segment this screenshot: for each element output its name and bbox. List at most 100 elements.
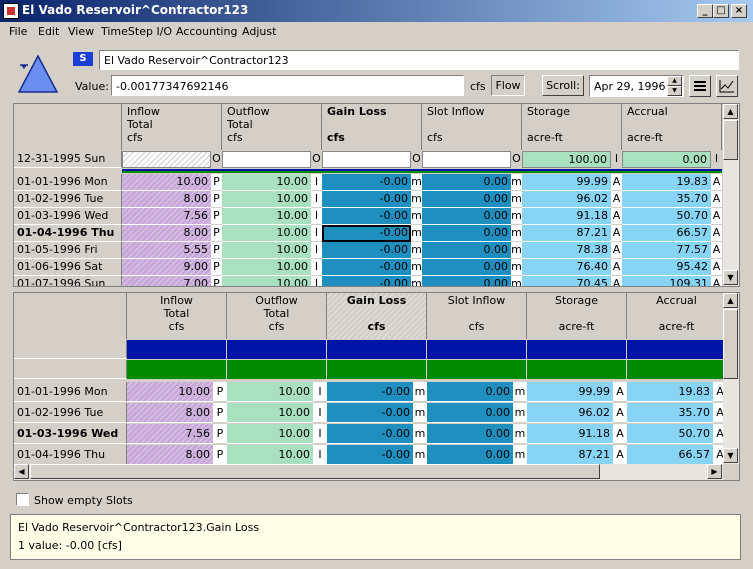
cell-storage[interactable]: 99.99 [527, 382, 613, 402]
cell-outflow[interactable]: 10.00 [227, 403, 313, 423]
show-empty-slots-checkbox[interactable] [16, 493, 29, 506]
cell-accrual[interactable]: 50.70 [627, 424, 713, 444]
cell-inflow[interactable]: 8.00 [122, 191, 211, 208]
scroll-thumb[interactable] [723, 120, 738, 160]
cell-slot-inflow[interactable]: 0.00 [422, 259, 511, 276]
cell-storage[interactable]: 99.99 [522, 174, 611, 191]
object-name-field[interactable]: El Vado Reservoir^Contractor123 [99, 50, 739, 70]
close-button[interactable]: × [731, 4, 747, 18]
menu-edit[interactable]: Edit [38, 25, 59, 38]
cell-gain-loss[interactable]: -0.00 [322, 174, 411, 191]
cell-gain-loss[interactable]: -0.00 [322, 191, 411, 208]
value-input[interactable]: -0.00177347692146 [111, 75, 464, 96]
cell-slot-inflow[interactable]: 0.00 [422, 174, 511, 191]
cell-slot-inflow[interactable]: 0.00 [427, 445, 513, 464]
cell-outflow[interactable]: 10.00 [222, 225, 311, 242]
cell-slot-inflow[interactable]: 0.00 [422, 276, 511, 286]
column-header-outflow[interactable]: Outflow Total cfs [222, 104, 322, 150]
cell-slot-inflow[interactable]: 0.00 [422, 191, 511, 208]
cell-accrual[interactable]: 35.70 [627, 403, 713, 423]
column-header-slot-inflow[interactable]: Slot Inflow cfs [427, 293, 527, 339]
menu-adjust[interactable]: Adjust [242, 25, 276, 38]
cell-slot-inflow[interactable]: 0.00 [427, 403, 513, 423]
column-header-accrual[interactable]: Accrual acre-ft [622, 104, 722, 150]
initial-cell-storage[interactable]: 100.00 [522, 151, 611, 168]
column-header-slot-inflow[interactable]: Slot Inflow cfs [422, 104, 522, 150]
menu-accounting[interactable]: Accounting [176, 25, 237, 38]
column-header-inflow[interactable]: Inflow Total cfs [127, 293, 227, 339]
cell-outflow[interactable]: 10.00 [222, 174, 311, 191]
cell-inflow[interactable]: 8.00 [122, 225, 211, 242]
spinner-up-button[interactable]: ▲ [667, 76, 682, 86]
cell-inflow[interactable]: 10.00 [122, 174, 211, 191]
cell-gain-loss[interactable]: -0.00 [322, 225, 411, 242]
cell-storage[interactable]: 76.40 [522, 259, 611, 276]
hscroll-thumb[interactable] [30, 464, 600, 479]
grid-bottom-hscroll[interactable]: ◀ ▶ [14, 464, 723, 480]
scroll-left-button[interactable]: ◀ [14, 464, 29, 479]
cell-slot-inflow[interactable]: 0.00 [422, 208, 511, 225]
cell-accrual[interactable]: 19.83 [627, 382, 713, 402]
column-header-gain-loss[interactable]: Gain Loss cfs [327, 293, 427, 339]
cell-slot-inflow[interactable]: 0.00 [422, 225, 511, 242]
scroll-down-button[interactable]: ▼ [723, 270, 738, 285]
cell-gain-loss[interactable]: -0.00 [322, 259, 411, 276]
cell-accrual[interactable]: 77.57 [622, 242, 711, 259]
cell-slot-inflow[interactable]: 0.00 [422, 242, 511, 259]
scroll-down-button-bottom[interactable]: ▼ [723, 448, 738, 463]
menu-view[interactable]: View [68, 25, 94, 38]
cell-accrual[interactable]: 19.83 [622, 174, 711, 191]
spinner-down-button[interactable]: ▼ [667, 86, 682, 96]
cell-storage[interactable]: 87.21 [522, 225, 611, 242]
cell-accrual[interactable]: 95.42 [622, 259, 711, 276]
cell-storage[interactable]: 91.18 [522, 208, 611, 225]
grid-bottom-vscroll[interactable]: ▲ ▼ [723, 293, 739, 464]
cell-outflow[interactable]: 10.00 [222, 242, 311, 259]
cell-outflow[interactable]: 10.00 [227, 424, 313, 444]
scroll-thumb-bottom[interactable] [723, 309, 738, 379]
initial-cell-accrual[interactable]: 0.00 [622, 151, 711, 168]
cell-gain-loss[interactable]: -0.00 [322, 208, 411, 225]
cell-gain-loss[interactable]: -0.00 [327, 445, 413, 464]
cell-accrual[interactable]: 35.70 [622, 191, 711, 208]
cell-gain-loss[interactable]: -0.00 [327, 424, 413, 444]
cell-inflow[interactable]: 7.56 [122, 208, 211, 225]
cell-inflow[interactable]: 7.56 [127, 424, 213, 444]
cell-inflow[interactable]: 8.00 [127, 403, 213, 423]
initial-cell-slot-inflow[interactable] [422, 151, 511, 168]
cell-inflow[interactable]: 5.55 [122, 242, 211, 259]
cell-accrual[interactable]: 50.70 [622, 208, 711, 225]
column-header-inflow[interactable]: Inflow Total cfs [122, 104, 222, 150]
cell-storage[interactable]: 96.02 [522, 191, 611, 208]
initial-cell-outflow[interactable] [222, 151, 311, 168]
initial-cell-gain-loss[interactable] [322, 151, 411, 168]
cell-inflow[interactable]: 8.00 [127, 445, 213, 464]
column-header-accrual[interactable]: Accrual acre-ft [627, 293, 723, 339]
initial-cell-inflow[interactable] [122, 151, 211, 168]
cell-accrual[interactable]: 109.31 [622, 276, 711, 286]
cell-outflow[interactable]: 10.00 [227, 382, 313, 402]
cell-gain-loss[interactable]: -0.00 [327, 403, 413, 423]
scroll-button[interactable]: Scroll: [542, 75, 584, 96]
maximize-button[interactable]: □ [713, 4, 729, 18]
column-header-outflow[interactable]: Outflow Total cfs [227, 293, 327, 339]
cell-inflow[interactable]: 10.00 [127, 382, 213, 402]
cell-slot-inflow[interactable]: 0.00 [427, 382, 513, 402]
cell-outflow[interactable]: 10.00 [222, 259, 311, 276]
column-header-storage[interactable]: Storage acre-ft [527, 293, 627, 339]
cell-storage[interactable]: 91.18 [527, 424, 613, 444]
column-header-gain-loss[interactable]: Gain Loss cfs [322, 104, 422, 150]
cell-inflow[interactable]: 9.00 [122, 259, 211, 276]
cell-slot-inflow[interactable]: 0.00 [427, 424, 513, 444]
cell-gain-loss[interactable]: -0.00 [327, 382, 413, 402]
scroll-up-button-bottom[interactable]: ▲ [723, 293, 738, 308]
menu-timestep-io[interactable]: TimeStep I/O [101, 25, 172, 38]
cell-accrual[interactable]: 66.57 [627, 445, 713, 464]
cell-storage[interactable]: 87.21 [527, 445, 613, 464]
flow-button[interactable]: Flow [491, 75, 525, 96]
cell-outflow[interactable]: 10.00 [227, 445, 313, 464]
cell-outflow[interactable]: 10.00 [222, 208, 311, 225]
minimize-button[interactable]: _ [697, 4, 713, 18]
cell-gain-loss[interactable]: -0.00 [322, 242, 411, 259]
scroll-up-button[interactable]: ▲ [723, 104, 738, 119]
